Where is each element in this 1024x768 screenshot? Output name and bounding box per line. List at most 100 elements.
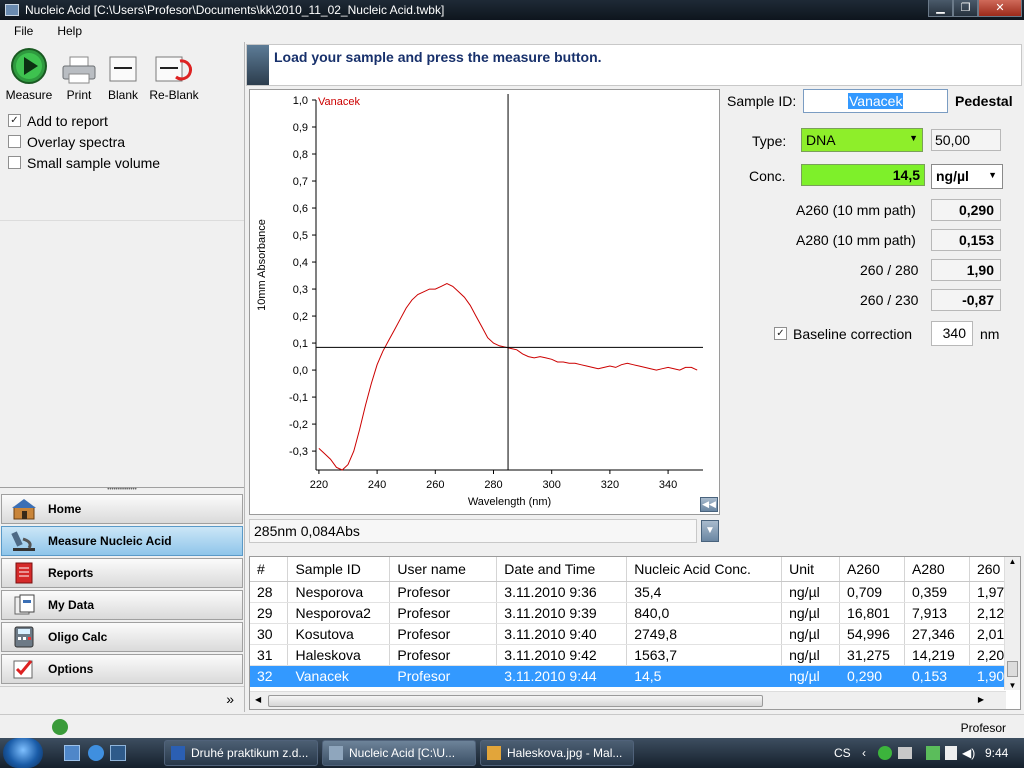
x-tick-label: 280 <box>484 479 502 491</box>
table-cell: 27,346 <box>904 623 970 645</box>
reblank-button[interactable]: Re-Blank <box>146 42 202 102</box>
scroll-right-arrow[interactable]: ▶ <box>978 695 984 704</box>
reblank-label: Re-Blank <box>149 88 199 102</box>
status-user: Profesor <box>960 721 1006 735</box>
home-icon <box>12 499 36 520</box>
taskbar: Druhé praktikum z.d... Nucleic Acid [C:\… <box>0 738 1024 768</box>
nav-splitter[interactable]: •••••••••••••• <box>0 487 244 493</box>
column-header[interactable]: A260 <box>839 557 905 582</box>
status-bar: Profesor <box>0 714 1024 738</box>
spectrum-chart[interactable]: 1,0 0,9 0,8 0,7 0,6 0,5 0,4 0,3 0,2 0,1 0,0 -0,1 -0,… <box>249 89 720 515</box>
cursor-readout: 285nm 0,084Abs <box>249 519 697 543</box>
vertical-scrollbar[interactable]: ▲ ▼ <box>1004 557 1020 690</box>
internet-explorer-icon[interactable] <box>88 745 104 761</box>
scroll-left-arrow[interactable]: ◀ <box>255 695 261 704</box>
expand-table-button[interactable]: ▼ <box>701 520 719 542</box>
results-table: # Sample ID User name Date and Time Nucleic … <box>250 557 1020 687</box>
table-row[interactable]: 29 Nesporova2 Profesor 3.11.2010 9:39 840,0 n… <box>250 602 1020 624</box>
minimize-button[interactable]: ▁ <box>928 0 953 17</box>
show-desktop-icon[interactable] <box>64 745 80 761</box>
table-row[interactable]: 28 Nesporova Profesor 3.11.2010 9:36 35,4 ng/… <box>250 581 1020 603</box>
table-row[interactable]: 30 Kosutova Profesor 3.11.2010 9:40 2749,8 ng… <box>250 623 1020 645</box>
sample-id-input[interactable]: Vanacek <box>803 89 948 113</box>
table-cell: Vanacek <box>287 665 391 687</box>
nav-expand-button[interactable]: » <box>0 686 244 710</box>
nav-home[interactable]: Home <box>1 494 243 524</box>
microscope-icon <box>11 531 35 551</box>
column-header[interactable]: Nucleic Acid Conc. <box>626 557 783 582</box>
chart-collapse-button[interactable]: ◀◀ <box>700 497 718 512</box>
safely-remove-icon[interactable] <box>926 746 940 760</box>
nav-my-data[interactable]: My Data <box>1 590 243 620</box>
column-header[interactable]: Unit <box>781 557 841 582</box>
menu-file[interactable]: File <box>0 24 43 38</box>
table-cell: 29 <box>250 602 289 624</box>
start-button[interactable] <box>3 738 43 768</box>
maximize-button[interactable]: ❐ <box>953 0 978 17</box>
table-cell: 3.11.2010 9:44 <box>496 665 628 687</box>
table-cell: Profesor <box>389 665 498 687</box>
tray-expand-icon[interactable]: ‹ <box>862 746 866 760</box>
volume-icon[interactable]: ◀) <box>962 746 975 760</box>
conc-unit-dropdown-icon: ▼ <box>988 170 997 180</box>
column-header[interactable]: # <box>250 557 289 582</box>
add-to-report-checkbox[interactable]: ✓ <box>8 114 21 127</box>
options-icon <box>13 660 33 679</box>
small-sample-option[interactable]: Small sample volume <box>8 152 244 173</box>
y-tick-label: -0,3 <box>289 446 308 458</box>
task-word-document[interactable]: Druhé praktikum z.d... <box>164 740 318 766</box>
action-center-icon[interactable] <box>945 746 957 760</box>
table-cell: 0,709 <box>839 581 905 603</box>
blank-icon <box>109 56 137 82</box>
baseline-input[interactable]: 340 <box>931 321 973 346</box>
left-empty-area <box>0 220 244 488</box>
close-button[interactable]: ✕ <box>978 0 1022 17</box>
table-cell: 16,801 <box>839 602 905 624</box>
overlay-spectra-checkbox[interactable] <box>8 135 21 148</box>
title-bar: Nucleic Acid [C:\Users\Profesor\Document… <box>0 0 1024 20</box>
measure-button[interactable]: Measure <box>0 42 58 102</box>
conc-unit-value: ng/µl <box>936 168 969 184</box>
nav-reports[interactable]: Reports <box>1 558 243 588</box>
clock[interactable]: 9:44 <box>985 746 1008 760</box>
tray-app-icon[interactable] <box>898 747 912 759</box>
column-header[interactable]: User name <box>389 557 498 582</box>
nav-measure-nucleic-acid[interactable]: Measure Nucleic Acid <box>1 526 243 556</box>
nav-measure-label: Measure Nucleic Acid <box>48 534 172 548</box>
switch-windows-icon[interactable] <box>110 745 126 761</box>
table-cell: 0,153 <box>904 665 970 687</box>
table-cell: 7,913 <box>904 602 970 624</box>
column-header[interactable]: Sample ID <box>287 557 391 582</box>
column-header[interactable]: A280 <box>904 557 970 582</box>
table-row[interactable]: 31 Haleskova Profesor 3.11.2010 9:42 1563,7 n… <box>250 644 1020 666</box>
type-select[interactable]: DNA ▼ <box>801 128 923 152</box>
task-paint[interactable]: Haleskova.jpg - Mal... <box>480 740 634 766</box>
overlay-spectra-option[interactable]: Overlay spectra <box>8 131 244 152</box>
horizontal-scroll-thumb[interactable] <box>268 695 763 707</box>
scroll-up-arrow[interactable]: ▲ <box>1005 557 1020 566</box>
table-row[interactable]: 32 Vanacek Profesor 3.11.2010 9:44 14,5 ng/µl… <box>250 665 1020 687</box>
vertical-scroll-thumb[interactable] <box>1007 661 1018 677</box>
scroll-down-arrow[interactable]: ▼ <box>1005 681 1020 690</box>
ratio-260-230-value: -0,87 <box>931 289 1001 311</box>
add-to-report-option[interactable]: ✓ Add to report <box>8 110 244 131</box>
overlay-spectra-label: Overlay spectra <box>27 133 126 150</box>
print-button[interactable]: Print <box>58 42 100 102</box>
horizontal-scrollbar[interactable]: ◀ ▶ <box>250 691 1006 709</box>
task-nucleic-acid[interactable]: Nucleic Acid [C:\U... <box>322 740 476 766</box>
y-tick-label: 0,5 <box>293 230 308 242</box>
sample-id-label: Sample ID: <box>727 93 797 109</box>
blank-button[interactable]: Blank <box>100 42 146 102</box>
menu-help[interactable]: Help <box>43 24 92 38</box>
network-status-icon[interactable] <box>878 746 892 760</box>
baseline-checkbox[interactable]: ✓ <box>774 327 787 340</box>
nav-oligo-calc[interactable]: Oligo Calc <box>1 622 243 652</box>
language-indicator[interactable]: CS <box>834 746 851 760</box>
table-cell: 0,290 <box>839 665 905 687</box>
small-sample-checkbox[interactable] <box>8 156 21 169</box>
nav-options[interactable]: Options <box>1 654 243 684</box>
table-cell: 32 <box>250 665 289 687</box>
column-header[interactable]: Date and Time <box>496 557 628 582</box>
y-tick-label: -0,2 <box>289 419 308 431</box>
conc-unit-select[interactable]: ng/µl ▼ <box>931 164 1003 189</box>
